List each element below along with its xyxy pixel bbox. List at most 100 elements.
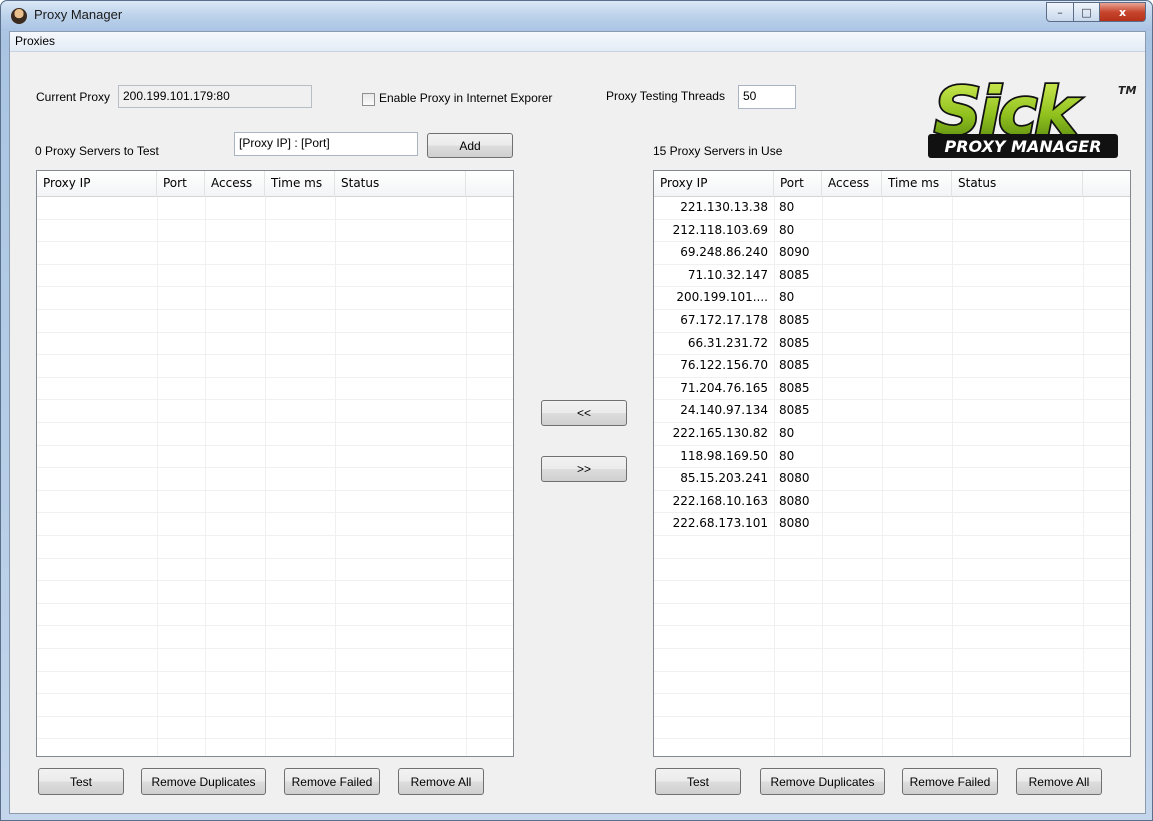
left-remove-failed-button[interactable]: Remove Failed: [284, 768, 380, 795]
minimize-icon: –: [1057, 5, 1063, 19]
port-cell: 8085: [779, 313, 810, 327]
port-cell: 8080: [779, 471, 810, 486]
table-row[interactable]: 200.199.101.... 80: [654, 287, 1130, 310]
proxies-in-use-list[interactable]: Proxy IP Port Access Time ms Status 221.…: [653, 170, 1131, 757]
table-row[interactable]: 118.98.169.50 80: [654, 446, 1130, 469]
sick-proxy-manager-logo: Sick TM PROXY MANAGER: [922, 71, 1144, 164]
table-row[interactable]: 24.140.97.134 8085: [654, 400, 1130, 423]
table-row: [37, 559, 513, 582]
table-row: [37, 491, 513, 514]
left-col-status[interactable]: Status: [335, 171, 466, 197]
menu-bar: Proxies: [10, 32, 1145, 52]
proxy-ip-cell: 85.15.203.241: [680, 471, 768, 486]
threads-input[interactable]: 50: [738, 85, 796, 109]
move-left-button[interactable]: <<: [541, 400, 627, 426]
proxy-ip-cell: 24.140.97.134: [680, 403, 768, 418]
table-row: [37, 355, 513, 378]
right-test-button[interactable]: Test: [655, 768, 741, 795]
maximize-button[interactable]: □: [1074, 2, 1100, 22]
table-row: [37, 468, 513, 491]
proxy-ip-cell: 67.172.17.178: [680, 313, 768, 327]
table-row: [37, 626, 513, 649]
left-test-button[interactable]: Test: [38, 768, 124, 795]
table-row: [37, 265, 513, 288]
table-row[interactable]: 69.248.86.240 8090: [654, 242, 1130, 265]
left-col-filler: [466, 171, 513, 197]
minimize-button[interactable]: –: [1046, 2, 1074, 22]
table-row: [37, 694, 513, 717]
table-row[interactable]: 71.10.32.147 8085: [654, 265, 1130, 288]
proxy-ip-cell: 222.168.10.163: [672, 493, 768, 508]
title-bar[interactable]: Proxy Manager – □ x: [1, 1, 1152, 31]
right-col-proxy-ip[interactable]: Proxy IP: [654, 171, 774, 197]
proxies-to-test-list[interactable]: Proxy IP Port Access Time ms Status: [36, 170, 514, 757]
table-row[interactable]: 71.204.76.165 8085: [654, 378, 1130, 401]
table-row: [37, 604, 513, 627]
maximize-icon: □: [1081, 5, 1092, 19]
right-col-time[interactable]: Time ms: [882, 171, 952, 197]
port-cell: 8085: [779, 358, 810, 373]
left-remove-duplicates-button[interactable]: Remove Duplicates: [141, 768, 266, 795]
table-row: [37, 423, 513, 446]
table-row[interactable]: 66.31.231.72 8085: [654, 333, 1130, 356]
right-col-filler: [1083, 171, 1130, 197]
enable-ie-checkbox[interactable]: [362, 93, 375, 106]
table-row: [37, 242, 513, 265]
current-proxy-label: Current Proxy: [36, 90, 111, 104]
table-row: [37, 649, 513, 672]
table-row: [37, 513, 513, 536]
window-title: Proxy Manager: [34, 7, 123, 22]
port-cell: 80: [779, 426, 795, 440]
table-row[interactable]: 76.122.156.70 8085: [654, 355, 1130, 378]
table-row[interactable]: 85.15.203.241 8080: [654, 468, 1130, 491]
table-row: [654, 649, 1130, 672]
add-button[interactable]: Add: [427, 133, 513, 158]
left-list-header: Proxy IP Port Access Time ms Status: [37, 171, 513, 197]
close-button[interactable]: x: [1100, 2, 1146, 22]
right-col-status[interactable]: Status: [952, 171, 1083, 197]
port-cell: 8085: [779, 403, 810, 418]
left-col-time[interactable]: Time ms: [265, 171, 335, 197]
logo-tagline: PROXY MANAGER: [944, 137, 1101, 156]
port-cell: 8085: [779, 335, 810, 350]
add-proxy-input[interactable]: [Proxy IP] : [Port]: [234, 132, 418, 156]
table-row: [37, 220, 513, 243]
port-cell: 8085: [779, 380, 810, 395]
table-row: [654, 604, 1130, 627]
logo-graphic: Sick TM PROXY MANAGER: [928, 71, 1137, 158]
left-col-port[interactable]: Port: [157, 171, 205, 197]
left-remove-all-button[interactable]: Remove All: [398, 768, 484, 795]
table-row: [37, 197, 513, 220]
move-right-button[interactable]: >>: [541, 456, 627, 482]
left-col-access[interactable]: Access: [205, 171, 265, 197]
table-row: [37, 333, 513, 356]
threads-label: Proxy Testing Threads: [606, 89, 725, 103]
client-area: Proxies Current Proxy 200.199.101.179:80…: [9, 31, 1146, 814]
menu-proxies[interactable]: Proxies: [15, 34, 55, 48]
left-list-body: [37, 197, 513, 756]
table-row[interactable]: 212.118.103.69 80: [654, 220, 1130, 243]
table-row[interactable]: 67.172.17.178 8085: [654, 310, 1130, 333]
window-controls: – □ x: [1046, 2, 1146, 22]
right-col-port[interactable]: Port: [774, 171, 822, 197]
current-proxy-field[interactable]: 200.199.101.179:80: [118, 85, 312, 108]
table-row: [37, 310, 513, 333]
right-col-access[interactable]: Access: [822, 171, 882, 197]
proxy-ip-cell: 66.31.231.72: [687, 335, 768, 350]
right-remove-failed-button[interactable]: Remove Failed: [902, 768, 998, 795]
port-cell: 80: [779, 200, 795, 214]
right-remove-all-button[interactable]: Remove All: [1016, 768, 1102, 795]
table-row[interactable]: 222.165.130.82 80: [654, 423, 1130, 446]
right-list-header: Proxy IP Port Access Time ms Status: [654, 171, 1130, 197]
left-count-label: 0 Proxy Servers to Test: [35, 144, 159, 158]
enable-ie-label: Enable Proxy in Internet Exporer: [379, 91, 553, 105]
table-row[interactable]: 222.68.173.101 8080: [654, 513, 1130, 536]
table-row[interactable]: 222.168.10.163 8080: [654, 491, 1130, 514]
port-cell: 8080: [779, 493, 810, 508]
right-remove-duplicates-button[interactable]: Remove Duplicates: [760, 768, 885, 795]
right-list-body: 221.130.13.38 80 212.118.103.69 80 69.248.86…: [654, 197, 1130, 756]
app-user-icon: [11, 8, 27, 24]
table-row[interactable]: 221.130.13.38 80: [654, 197, 1130, 220]
table-row: [654, 694, 1130, 717]
left-col-proxy-ip[interactable]: Proxy IP: [37, 171, 157, 197]
